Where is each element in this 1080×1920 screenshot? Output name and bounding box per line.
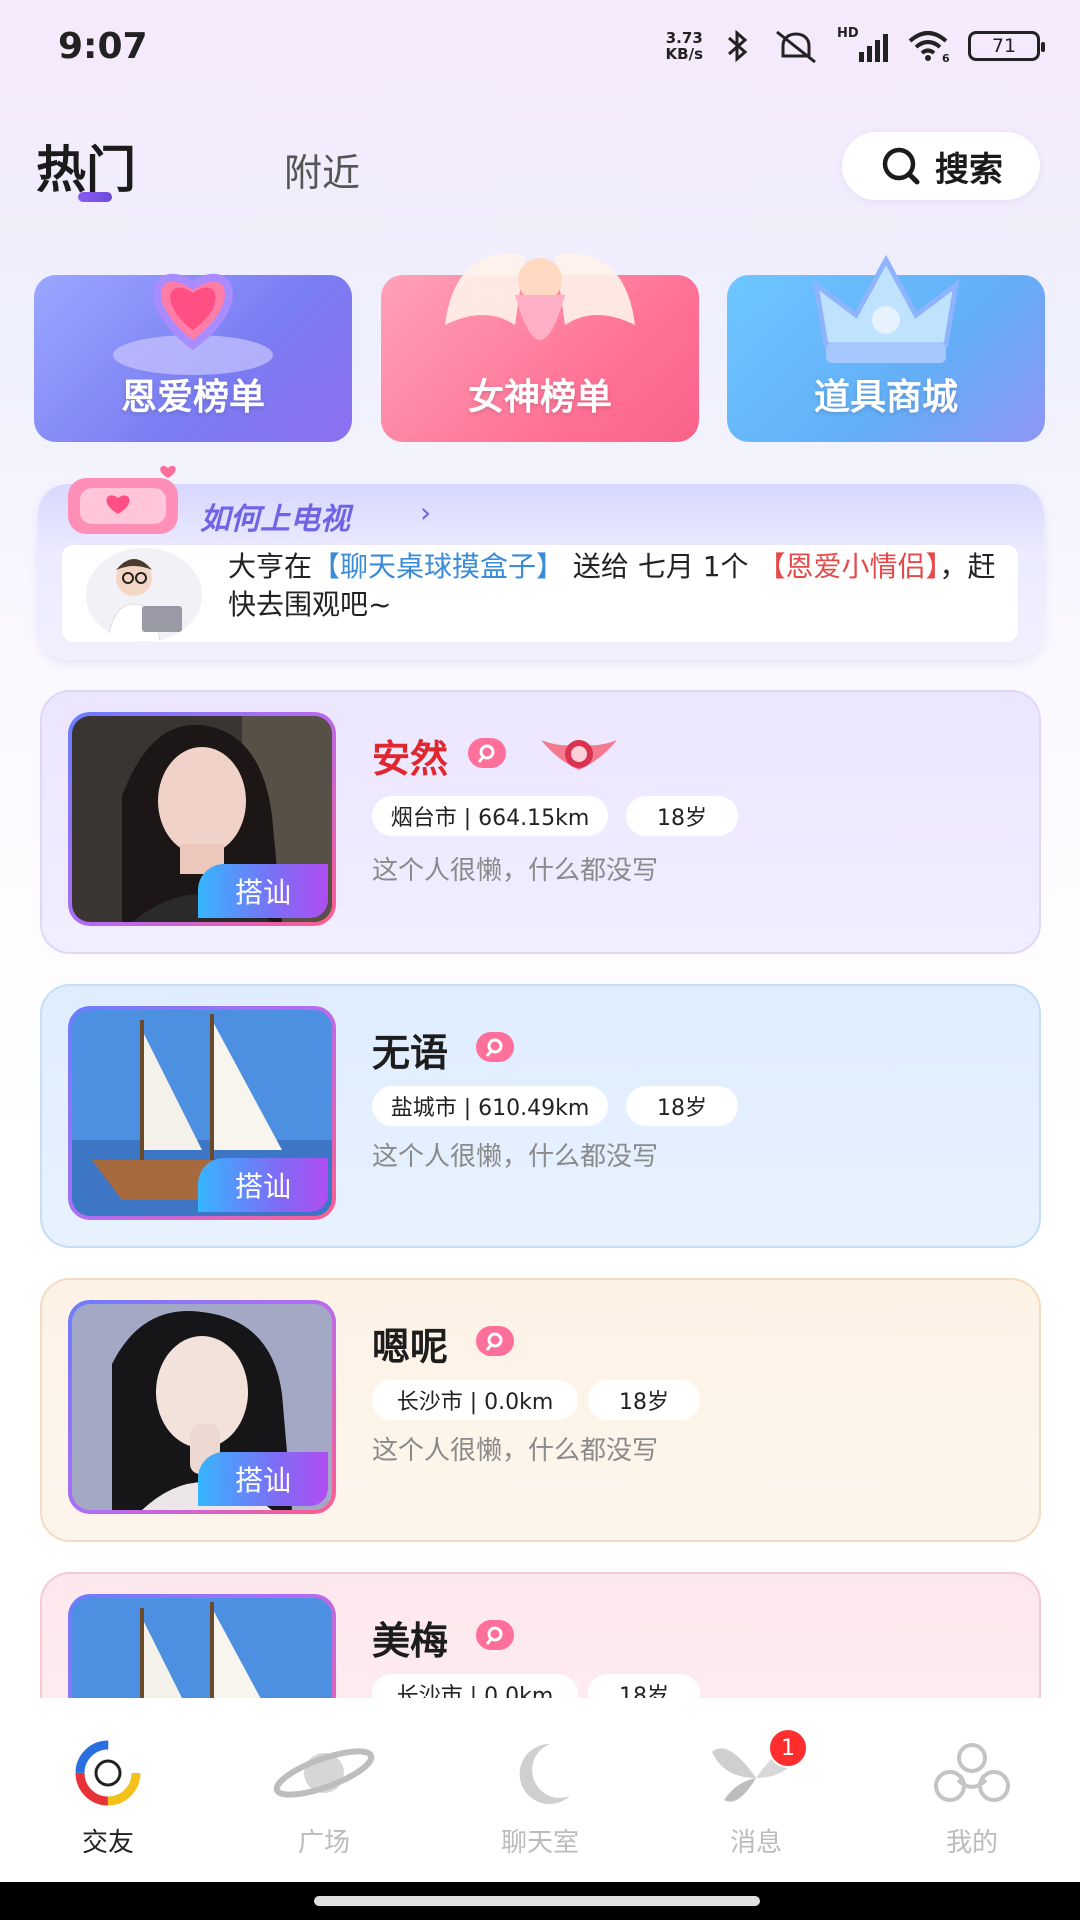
bluetooth-icon	[728, 29, 748, 63]
tab-nearby[interactable]: 附近	[284, 142, 360, 197]
status-time: 9:07	[58, 26, 148, 67]
rank-card-label: 恩爱榜单	[120, 377, 265, 418]
age-tag: 18岁	[588, 1380, 700, 1420]
nav-label: 聊天室	[500, 1828, 579, 1858]
vip-badge-icon	[541, 740, 617, 770]
user-card[interactable]: 搭讪 无语 盐城市 | 610.49km 18岁 这个人很懒，什么都没写	[40, 984, 1041, 1248]
age-tag: 18岁	[626, 796, 738, 836]
mute-icon	[776, 30, 816, 64]
nav-square[interactable]: 广场	[244, 1728, 404, 1859]
gift-name: 【恩爱小情侣】	[757, 550, 940, 583]
nav-label: 消息	[729, 1828, 782, 1858]
rank-card-love[interactable]: 恩爱榜单	[34, 273, 352, 442]
user-name: 安然	[372, 737, 449, 781]
user-bio: 这个人很懒，什么都没写	[372, 856, 659, 886]
search-icon	[882, 147, 920, 185]
profile-icon	[934, 1743, 1010, 1802]
moon-icon	[519, 1743, 570, 1804]
location-distance: 长沙市 | 0.0km	[372, 1380, 578, 1420]
user-bio: 这个人很懒，什么都没写	[372, 1436, 659, 1466]
rank-card-label: 道具商城	[813, 377, 958, 418]
female-icon	[476, 1326, 514, 1356]
angel-icon	[445, 253, 635, 340]
nav-messages[interactable]: 1 消息	[676, 1728, 836, 1859]
tv-banner-title[interactable]: 如何上电视	[200, 494, 350, 538]
location-distance: 盐城市 | 610.49km	[372, 1086, 608, 1126]
user-card[interactable]: 搭讪 嗯呢 长沙市 | 0.0km 18岁 这个人很懒，什么都没写	[40, 1278, 1041, 1542]
avatar[interactable]: 搭讪	[68, 1006, 336, 1220]
nav-label: 交友	[81, 1828, 134, 1858]
nav-profile[interactable]: 我的	[892, 1728, 1052, 1859]
battery-indicator: 71	[968, 31, 1045, 61]
rank-card-label: 女神榜单	[467, 377, 612, 418]
rank-card-shop[interactable]: 道具商城	[727, 254, 1045, 442]
chevron-right-icon: ›	[420, 496, 432, 529]
friends-icon	[75, 1740, 141, 1806]
unread-badge: 1	[768, 1728, 808, 1768]
bottom-nav: 交友 广场 聊天室 1 消息 我的	[0, 1698, 1080, 1882]
avatar[interactable]: 搭讪	[68, 1300, 336, 1514]
tv-message-text: 大亨在【聊天桌球摸盒子】 送给 七月 1个 【恩爱小情侣】，赶快去围观吧~	[228, 550, 996, 621]
room-link[interactable]: 【聊天桌球摸盒子】	[312, 550, 564, 583]
home-gesture-bar[interactable]	[314, 1896, 760, 1906]
tv-message-avatar	[86, 548, 202, 642]
avatar[interactable]: 搭讪	[68, 712, 336, 926]
tv-icon	[68, 465, 178, 534]
chat-up-button[interactable]: 搭讪	[198, 1158, 328, 1212]
search-label: 搜索	[935, 149, 1003, 190]
wifi-icon: 6	[908, 31, 950, 63]
crown-icon	[812, 254, 960, 363]
user-name: 美梅	[372, 1619, 449, 1663]
user-name: 嗯呢	[372, 1325, 449, 1369]
svg-text:6: 6	[942, 52, 950, 63]
home-indicator	[0, 1882, 1080, 1920]
heart-icon	[113, 273, 273, 375]
tab-active-indicator	[78, 192, 112, 202]
nav-label: 广场	[297, 1828, 350, 1858]
female-icon	[468, 738, 506, 768]
age-tag: 18岁	[626, 1086, 738, 1126]
search-button[interactable]: 搜索	[842, 132, 1040, 200]
rank-card-goddess[interactable]: 女神榜单	[381, 253, 699, 442]
nav-friends[interactable]: 交友	[28, 1728, 188, 1859]
signal-icon: HD	[837, 26, 888, 62]
status-icons: 3.73 KB/s HD 6 71	[665, 26, 1045, 64]
user-card[interactable]: 搭讪 安然 烟台市 | 664.15km 18岁 这个人很懒，什么都没写	[40, 690, 1041, 954]
nav-chatroom[interactable]: 聊天室	[460, 1728, 620, 1859]
status-bar: 9:07 3.73 KB/s HD 6 71	[0, 0, 1080, 100]
chat-up-button[interactable]: 搭讪	[198, 864, 328, 918]
location-distance: 烟台市 | 664.15km	[372, 796, 608, 836]
user-bio: 这个人很懒，什么都没写	[372, 1142, 659, 1172]
female-icon	[476, 1620, 514, 1650]
nav-label: 我的	[945, 1828, 998, 1858]
planet-icon	[273, 1748, 375, 1798]
user-name: 无语	[372, 1031, 449, 1075]
chat-up-button[interactable]: 搭讪	[198, 1452, 328, 1506]
female-icon	[476, 1032, 514, 1062]
network-speed: 3.73 KB/s	[665, 29, 703, 63]
